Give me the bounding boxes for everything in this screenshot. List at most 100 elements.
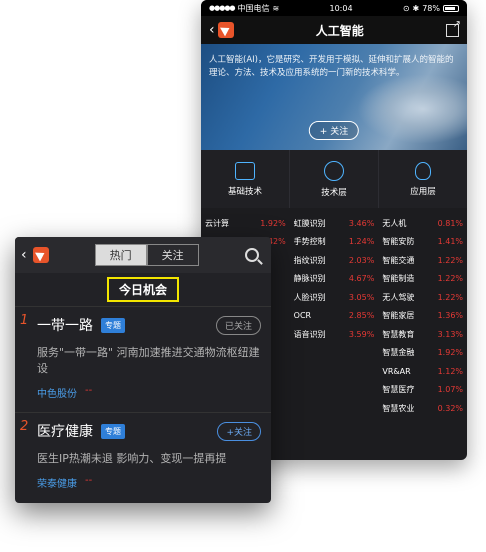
topic-badge: 专题 <box>101 317 125 333</box>
nav-bar: ‹ 人工智能 <box>201 16 467 44</box>
hero-description: 人工智能(AI)，它是研究、开发用于模拟、延伸和扩展人的智能的理论、方法、技术及… <box>209 55 454 78</box>
list-item[interactable]: 静脉识别 4.67% <box>294 270 375 289</box>
list-item[interactable]: OCR 2.85% <box>294 307 375 326</box>
carrier-label: 中国电信 <box>237 3 270 13</box>
sector-name: 智慧农业 <box>382 403 415 413</box>
category-basic[interactable]: 基础技术 <box>201 150 290 208</box>
sector-change: 2.03% <box>348 255 375 265</box>
sector-change: 1.92% <box>260 218 286 228</box>
list-item[interactable]: 语音识别 3.59% <box>294 325 375 344</box>
list-item[interactable]: 智慧教育 3.13% <box>382 325 463 344</box>
follow-button[interactable]: +关注 <box>217 421 261 441</box>
list-item[interactable]: 人脸识别 3.05% <box>294 288 375 307</box>
sector-name: 云计算 <box>205 218 229 228</box>
list-item[interactable]: 虹膜识别 3.46% <box>294 214 375 233</box>
sector-name: 智能交通 <box>382 255 415 265</box>
sector-name: 智能制造 <box>382 274 415 284</box>
stock-change: -- <box>85 475 93 486</box>
column-tech: 虹膜识别 3.46% 手势控制 1.24% 指纹识别 2.03% 静脉识别 4.67% … <box>290 214 379 418</box>
followed-button[interactable]: 已关注 <box>215 315 261 335</box>
sector-name: 虹膜识别 <box>293 218 326 228</box>
sector-name: 智能安防 <box>382 237 415 247</box>
list-item[interactable]: 智慧金融 1.92% <box>382 344 463 363</box>
list-item[interactable]: 云计算 1.92% <box>205 214 286 233</box>
list-item[interactable]: 智能制造 1.22% <box>382 270 463 289</box>
chart-icon <box>235 161 255 180</box>
bulb-icon <box>415 161 431 180</box>
sector-change: 2.85% <box>348 311 375 321</box>
front-nav-bar: ‹ 热门 关注 <box>15 237 271 273</box>
battery-label: 78% <box>422 3 440 13</box>
category-label: 基础技术 <box>227 186 262 197</box>
list-item[interactable]: 无人机 0.81% <box>382 214 463 233</box>
sector-name: 指纹识别 <box>293 255 326 265</box>
app-logo-icon <box>217 22 234 38</box>
sector-name: 智慧教育 <box>382 329 415 339</box>
item-rank: 1 <box>20 313 29 328</box>
search-icon[interactable] <box>245 248 259 262</box>
app-logo-icon <box>32 247 49 263</box>
list-item[interactable]: VR&AR 1.12% <box>382 362 463 381</box>
topic-badge: 专题 <box>101 423 125 439</box>
item-title: 一带一路 <box>37 318 93 334</box>
list-item[interactable]: 1 一带一路 专题 已关注 服务"一带一路" 河南加速推进交通物流枢纽建设 中色… <box>15 307 271 406</box>
tab-hot[interactable]: 热门 <box>94 244 147 266</box>
today-header: 今日机会 <box>15 273 271 307</box>
follow-button[interactable]: + 关注 <box>308 121 360 140</box>
signal-icon: ●●●●● <box>209 4 236 12</box>
hero-banner: 人工智能(AI)，它是研究、开发用于模拟、延伸和扩展人的智能的理论、方法、技术及… <box>201 44 467 150</box>
sector-change: 1.41% <box>437 237 464 247</box>
sector-name: 手势控制 <box>293 237 326 247</box>
list-item[interactable]: 指纹识别 2.03% <box>294 251 375 270</box>
sector-change: 3.13% <box>437 329 464 339</box>
back-chevron-icon[interactable]: ‹ <box>21 247 27 263</box>
stock-link[interactable]: 中色股份 <box>37 385 77 400</box>
back-chevron-icon[interactable]: ‹ <box>209 22 215 38</box>
sector-change: 0.32% <box>437 403 464 413</box>
sector-name: 无人机 <box>382 218 407 228</box>
status-time: 10:04 <box>329 3 353 13</box>
category-tech[interactable]: 技术层 <box>290 150 379 208</box>
list-item[interactable]: 智慧农业 0.32% <box>382 399 463 418</box>
item-description: 医生IP热潮未退 影响力、变现一提再提 <box>37 452 227 465</box>
list-item[interactable]: 智能家居 1.36% <box>382 307 463 326</box>
sector-change: 1.22% <box>437 292 464 302</box>
sector-name: VR&AR <box>382 366 411 376</box>
stock-change: -- <box>85 385 93 396</box>
pulse-icon <box>324 160 344 181</box>
alarm-icon: ⊙ <box>402 3 410 13</box>
sector-change: 1.24% <box>348 237 375 247</box>
share-icon[interactable] <box>446 19 461 37</box>
sector-change: 1.36% <box>437 311 464 321</box>
battery-icon <box>443 4 459 12</box>
sector-change: 3.46% <box>348 218 375 228</box>
list-item[interactable]: 手势控制 1.24% <box>294 233 375 252</box>
list-item[interactable]: 智慧医疗 1.07% <box>382 381 463 400</box>
sector-change: 1.92% <box>437 348 464 358</box>
tab-follow[interactable]: 关注 <box>146 244 199 266</box>
segmented-tabs: 热门 关注 <box>94 244 199 266</box>
item-title: 医疗健康 <box>37 424 93 440</box>
list-item[interactable]: 2 医疗健康 专题 +关注 医生IP热潮未退 影响力、变现一提再提 荣泰健康 -… <box>15 413 271 496</box>
list-item[interactable]: 智能安防 1.41% <box>382 233 463 252</box>
sector-change: 1.22% <box>437 255 464 265</box>
sector-change: 1.22% <box>437 274 464 284</box>
sector-name: 人脸识别 <box>293 292 326 302</box>
sector-name: 无人驾驶 <box>382 292 415 302</box>
sector-change: 0.81% <box>437 218 464 228</box>
category-application[interactable]: 应用层 <box>379 150 467 208</box>
today-opportunity-label: 今日机会 <box>106 277 179 302</box>
bluetooth-icon: ✱ <box>412 3 420 13</box>
category-label: 技术层 <box>321 187 347 198</box>
sector-name: 智能家居 <box>382 311 415 321</box>
front-phone: ‹ 热门 关注 今日机会 1 一带一路 专题 已关注 服务"一带一路" 河南加速… <box>15 237 271 503</box>
sector-name: 智慧医疗 <box>382 385 415 395</box>
sector-change: 4.67% <box>348 274 375 284</box>
list-item[interactable]: 无人驾驶 1.22% <box>382 288 463 307</box>
sector-change: 3.59% <box>348 329 375 339</box>
wifi-icon: ≋ <box>272 3 280 13</box>
list-item[interactable]: 智能交通 1.22% <box>382 251 463 270</box>
sector-change: 3.05% <box>348 292 375 302</box>
stock-link[interactable]: 荣泰健康 <box>37 475 77 490</box>
sector-name: OCR <box>293 311 312 321</box>
